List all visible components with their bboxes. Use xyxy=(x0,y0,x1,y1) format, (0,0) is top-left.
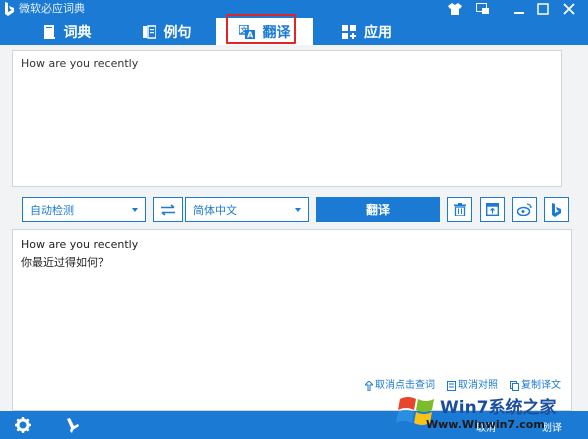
bing-logo-icon xyxy=(5,2,14,16)
output-source-text: How are you recently xyxy=(21,238,139,251)
tab-label: 应用 xyxy=(364,24,392,41)
cancel-compare-label: 取消对照 xyxy=(458,380,498,391)
skin-icon[interactable] xyxy=(444,0,466,18)
app-title: 微软必应词典 xyxy=(19,2,85,15)
trash-icon xyxy=(453,203,466,216)
tab-sentences[interactable]: 例句 xyxy=(122,18,212,45)
translation-output: How are you recently 你最近过得如何？ 取消点击查词 取消对… xyxy=(12,229,572,411)
compare-icon xyxy=(447,381,456,391)
sentences-icon xyxy=(142,24,156,39)
svg-text:A: A xyxy=(247,30,254,39)
cancel-click-lookup-label: 取消点击查词 xyxy=(375,380,435,391)
tab-apps[interactable]: 应用 xyxy=(322,18,412,45)
tab-label: 例句 xyxy=(163,24,192,41)
scratch-translate-button[interactable]: 划译 xyxy=(542,419,562,434)
source-text-value: How are you recently xyxy=(21,57,139,70)
output-translated-text: 你最近过得如何？ xyxy=(21,256,109,269)
target-language-select[interactable]: 简体中文 xyxy=(185,197,309,222)
chevron-down-icon xyxy=(295,208,301,212)
close-icon[interactable] xyxy=(558,0,580,18)
pin-icon[interactable] xyxy=(64,417,80,433)
copy-icon xyxy=(510,381,519,391)
translate-panel: How are you recently 自动检测 简体中文 翻译 How ar… xyxy=(9,45,583,411)
book-icon xyxy=(43,24,55,39)
tab-translate[interactable]: 文A 翻译 xyxy=(216,18,313,45)
cancel-click-lookup-link[interactable]: 取消点击查词 xyxy=(365,377,435,395)
output-actions: 取消点击查词 取消对照 复制译文 xyxy=(365,377,561,395)
window-icon xyxy=(486,203,499,216)
source-language-value: 自动检测 xyxy=(30,203,74,217)
copy-translation-label: 复制译文 xyxy=(521,380,561,391)
minimize-icon[interactable] xyxy=(508,0,530,18)
tab-label: 翻译 xyxy=(262,24,291,41)
chevron-down-icon xyxy=(132,208,138,212)
translate-button[interactable]: 翻译 xyxy=(316,197,440,222)
apps-icon xyxy=(342,24,356,39)
weibo-icon xyxy=(517,203,532,216)
maximize-icon[interactable] xyxy=(532,0,554,18)
clear-button[interactable] xyxy=(447,197,472,222)
title-bar: 微软必应词典 xyxy=(0,0,588,18)
translate-button-label: 翻译 xyxy=(365,203,390,217)
main-tabs: 词典 例句 文A 翻译 应用 xyxy=(0,18,588,45)
source-language-select[interactable]: 自动检测 xyxy=(22,197,146,222)
copy-translation-link[interactable]: 复制译文 xyxy=(510,377,561,395)
translate-icon: 文A xyxy=(238,24,255,39)
swap-languages-button[interactable] xyxy=(153,197,183,222)
translate-controls: 自动检测 简体中文 翻译 xyxy=(12,195,572,223)
tab-label: 词典 xyxy=(63,24,92,41)
swap-icon xyxy=(161,203,175,216)
cancel-compare-link[interactable]: 取消对照 xyxy=(447,377,498,395)
pointer-icon xyxy=(365,381,373,391)
bing-button[interactable] xyxy=(544,197,569,222)
new-window-button[interactable] xyxy=(480,197,505,222)
target-language-value: 简体中文 xyxy=(193,203,237,217)
cancel-button[interactable]: 取消 xyxy=(476,419,496,434)
source-text-input[interactable]: How are you recently xyxy=(12,50,562,187)
mini-mode-icon[interactable] xyxy=(472,0,494,18)
gear-icon[interactable] xyxy=(15,417,31,433)
bottom-bar: 取消 划译 xyxy=(0,411,588,439)
weibo-share-button[interactable] xyxy=(512,197,537,222)
tab-dictionary[interactable]: 词典 xyxy=(22,18,112,45)
bing-icon xyxy=(552,202,561,217)
